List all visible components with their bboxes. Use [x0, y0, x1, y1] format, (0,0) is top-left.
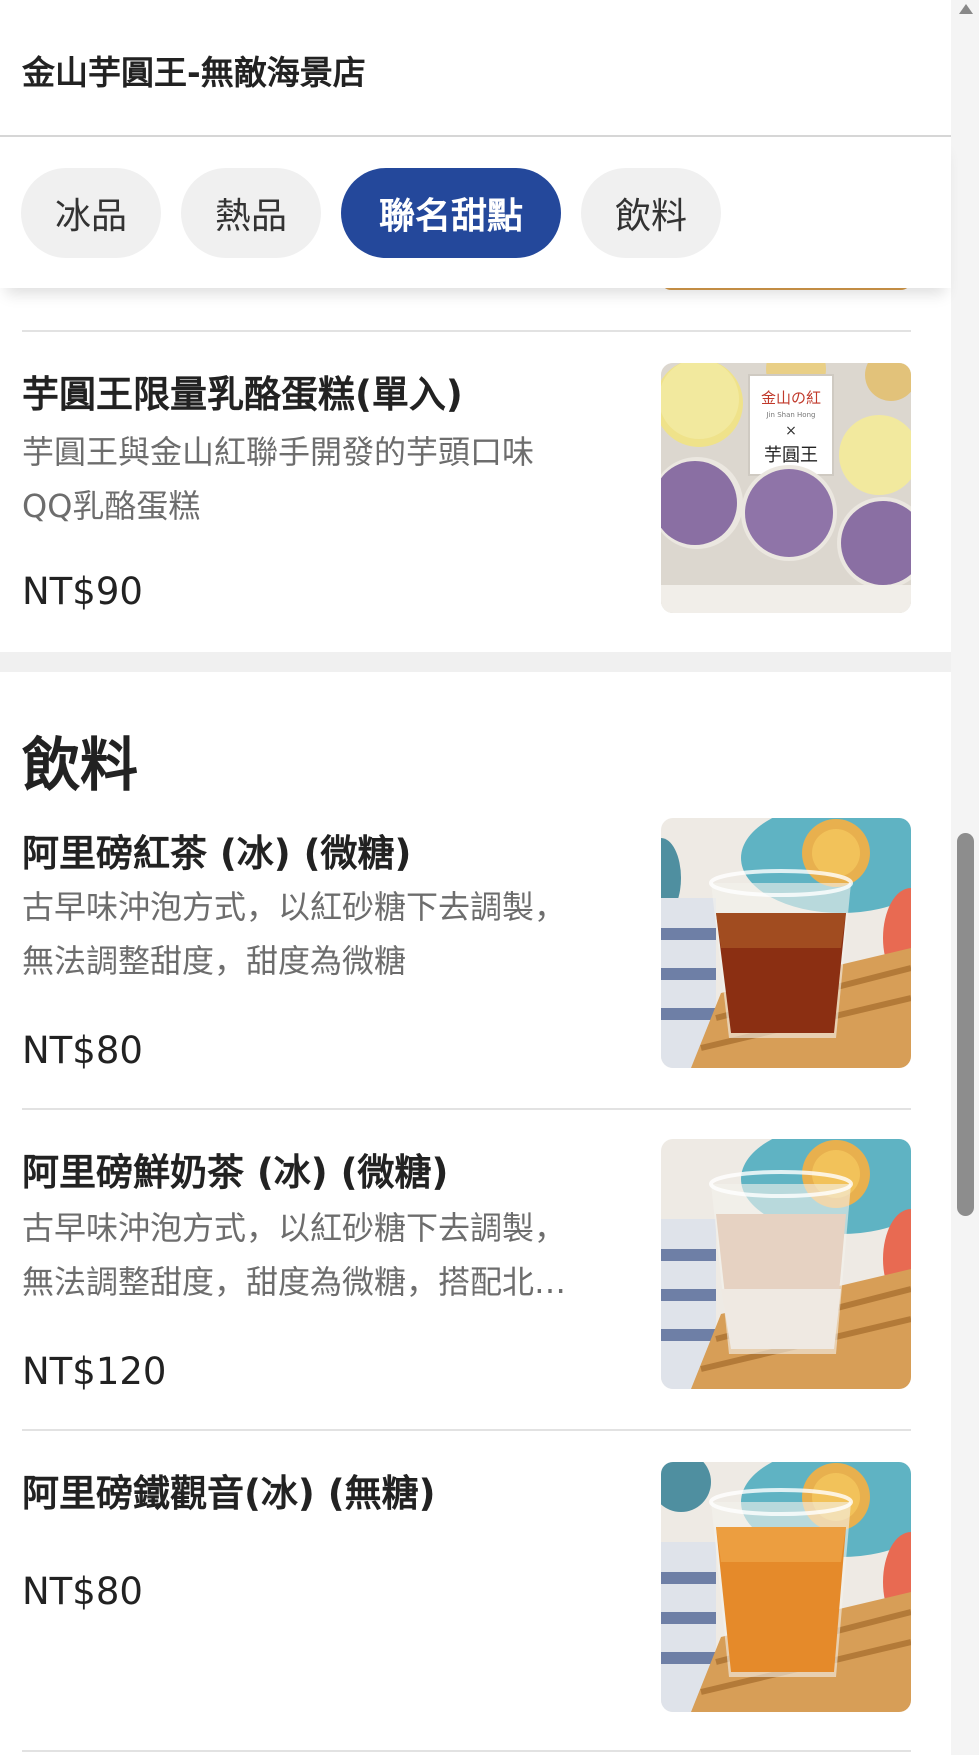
item-price: NT$80 [22, 1029, 143, 1072]
menu-item-tieguanyin[interactable]: 阿里磅鐵觀音(冰) (無糖) NT$80 [0, 1431, 951, 1741]
item-name: 阿里磅紅茶 (冰) (微糖) [22, 832, 412, 875]
scrollbar-thumb[interactable] [957, 833, 974, 1216]
cheesecake-cross-text: × [785, 423, 797, 439]
item-description: 芋圓王與金山紅聯手開發的芋頭口味 QQ乳酪蛋糕 [22, 425, 622, 533]
menu-item-black-tea[interactable]: 阿里磅紅茶 (冰) (微糖) 古早味沖泡方式，以紅砂糖下去調製， 無法調整甜度，… [0, 800, 951, 1100]
store-header: 金山芋圓王-無敵海景店 [0, 0, 951, 137]
scroll-up-arrow-icon[interactable] [959, 4, 973, 14]
tab-collab-desserts[interactable]: 聯名甜點 [341, 168, 561, 258]
item-price: NT$80 [22, 1570, 143, 1613]
item-description-line: QQ乳酪蛋糕 [22, 487, 201, 525]
item-price: NT$90 [22, 570, 143, 613]
page-scrollbar[interactable] [951, 0, 979, 1755]
item-description: 古早味沖泡方式，以紅砂糖下去調製， 無法調整甜度，甜度為微糖，搭配北… [22, 1201, 622, 1309]
item-price: NT$120 [22, 1350, 167, 1393]
menu-page: 金山芋圓王-無敵海景店 冰品 熱品 聯名甜點 飲料 芋圓王限量乳酪蛋糕(單入) … [0, 0, 951, 1755]
item-name: 阿里磅鐵觀音(冰) (無糖) [22, 1472, 436, 1515]
iced-milk-tea-image [661, 1139, 911, 1389]
cheesecake-partner-text: 芋圓王 [764, 445, 818, 466]
section-separator [0, 652, 951, 672]
iced-oolong-tea-image [661, 1462, 911, 1712]
item-description-line: 無法調整甜度，甜度為微糖，搭配北… [22, 1263, 567, 1301]
cheesecake-brand-text: 金山の紅 [761, 389, 821, 407]
item-description-line: 芋圓王與金山紅聯手開發的芋頭口味 [22, 433, 535, 471]
section-title-drinks: 飲料 [22, 731, 139, 799]
tab-hot[interactable]: 熱品 [181, 168, 321, 258]
category-tabs: 冰品 熱品 聯名甜點 飲料 [0, 136, 951, 288]
cheesecake-brand-sub-text: Jin Shan Hong [766, 411, 816, 419]
menu-item-milk-tea[interactable]: 阿里磅鮮奶茶 (冰) (微糖) 古早味沖泡方式，以紅砂糖下去調製， 無法調整甜度… [0, 1110, 951, 1420]
menu-item-cheesecake[interactable]: 芋圓王限量乳酪蛋糕(單入) 芋圓王與金山紅聯手開發的芋頭口味 QQ乳酪蛋糕 NT… [0, 332, 951, 652]
store-title: 金山芋圓王-無敵海景店 [22, 53, 366, 92]
item-description-line: 古早味沖泡方式，以紅砂糖下去調製， [22, 1209, 567, 1247]
tab-ice[interactable]: 冰品 [21, 168, 161, 258]
item-divider [22, 1750, 911, 1752]
item-description: 古早味沖泡方式，以紅砂糖下去調製， 無法調整甜度，甜度為微糖 [22, 880, 622, 988]
cheesecake-box-image: 金山の紅 Jin Shan Hong × 芋圓王 [661, 363, 911, 613]
tab-drinks[interactable]: 飲料 [581, 168, 721, 258]
item-name: 芋圓王限量乳酪蛋糕(單入) [22, 373, 463, 416]
iced-black-tea-image [661, 818, 911, 1068]
item-name: 阿里磅鮮奶茶 (冰) (微糖) [22, 1151, 449, 1194]
item-description-line: 古早味沖泡方式，以紅砂糖下去調製， [22, 888, 567, 926]
item-description-line: 無法調整甜度，甜度為微糖 [22, 942, 407, 980]
